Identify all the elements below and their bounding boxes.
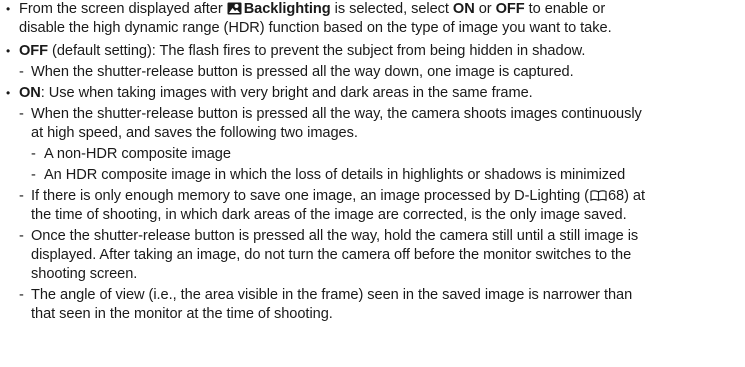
- reference-book-icon: [590, 189, 607, 201]
- d-lighting-line-1: If there is only enough memory to save o…: [31, 188, 645, 205]
- dash: -: [19, 106, 24, 122]
- page-reference[interactable]: 68: [608, 188, 624, 204]
- dash: -: [19, 64, 24, 80]
- on-continuous-line-1: When the shutter-release button is press…: [31, 106, 642, 122]
- hold-still-line-1: Once the shutter-release button is press…: [31, 228, 639, 244]
- dash: -: [19, 228, 24, 244]
- option-off: OFF: [495, 1, 525, 17]
- text: ) at: [624, 188, 645, 204]
- bullet: •: [6, 86, 11, 100]
- option-off: OFF: [19, 43, 49, 59]
- text: : Use when taking images with very brigh…: [40, 85, 533, 101]
- angle-of-view-line-2: that seen in the monitor at the time of …: [31, 306, 333, 322]
- text: or: [474, 1, 496, 17]
- dash: -: [19, 188, 24, 204]
- option-on: ON: [452, 1, 475, 17]
- bullet: •: [6, 44, 11, 58]
- dash: -: [31, 167, 36, 183]
- text: (default setting): The flash fires to pr…: [48, 43, 586, 59]
- paragraph-off-setting: OFF (default setting): The flash fires t…: [19, 43, 585, 60]
- text: is selected, select: [330, 1, 453, 17]
- paragraph-on-setting: ON: Use when taking images with very bri…: [19, 85, 533, 102]
- paragraph-hdr-intro-line-2: disable the high dynamic range (HDR) fun…: [19, 20, 612, 36]
- text: to enable or: [524, 1, 606, 17]
- on-continuous-line-2: at high speed, and saves the following t…: [31, 125, 358, 141]
- hold-still-line-2: displayed. After taking an image, do not…: [31, 247, 632, 263]
- text: From the screen displayed after: [19, 1, 227, 17]
- angle-of-view-line-1: The angle of view (i.e., the area visibl…: [31, 287, 633, 303]
- manual-page: • From the screen displayed after Backli…: [0, 0, 745, 367]
- paragraph-hdr-intro-line-1: From the screen displayed after Backligh…: [19, 1, 605, 18]
- hold-still-line-3: shooting screen.: [31, 266, 138, 282]
- text: If there is only enough memory to save o…: [31, 188, 589, 204]
- off-detail-text: When the shutter-release button is press…: [31, 64, 574, 80]
- menu-name-backlighting: Backlighting: [243, 1, 331, 17]
- dash: -: [19, 287, 24, 303]
- bullet: •: [6, 2, 11, 16]
- backlighting-scene-icon: [227, 2, 242, 15]
- d-lighting-line-2: the time of shooting, in which dark area…: [31, 207, 627, 223]
- non-hdr-composite-text: A non-HDR composite image: [44, 146, 231, 162]
- hdr-composite-text: An HDR composite image in which the loss…: [44, 167, 626, 183]
- dash: -: [31, 146, 36, 162]
- option-on: ON: [19, 85, 41, 101]
